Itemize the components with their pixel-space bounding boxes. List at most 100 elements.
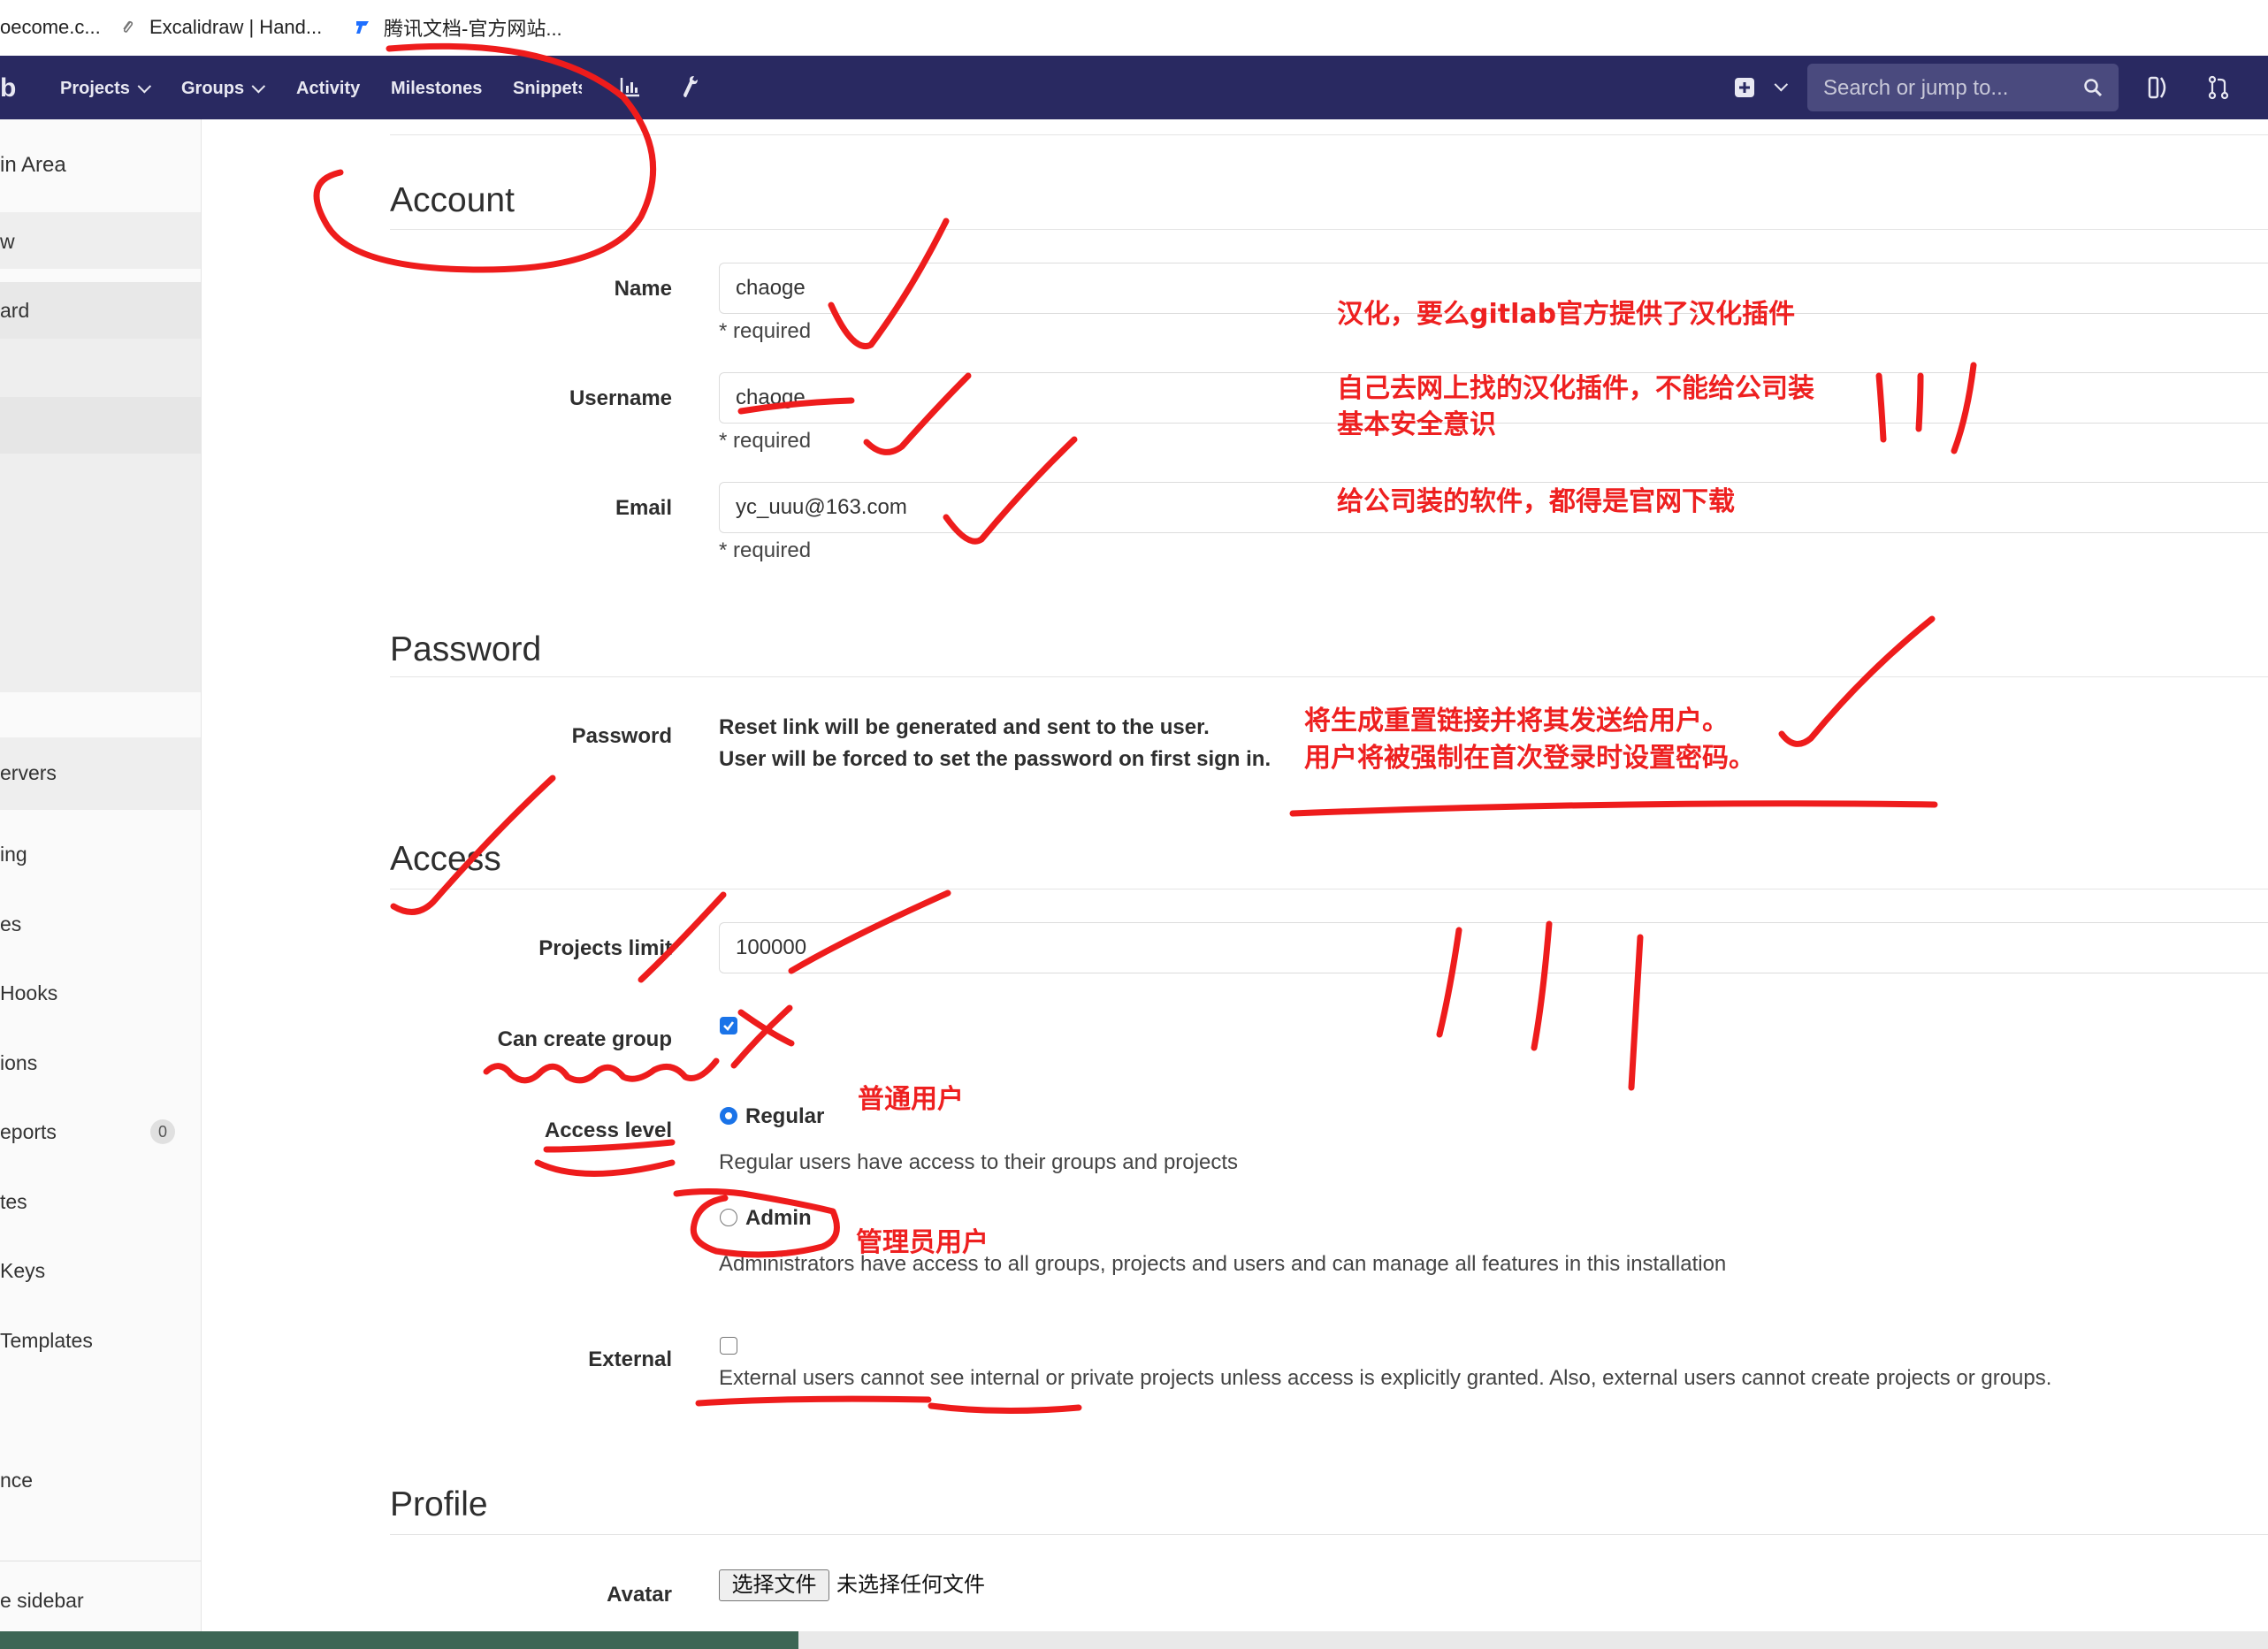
sidebar-item-label: eports [0,1120,57,1143]
annotation-note: 汉化，要么gitlab官方提供了汉化插件 [1337,299,1796,330]
sidebar-item-abuse-reports[interactable]: eports 0 [0,1113,201,1149]
divider [390,229,2268,230]
sidebar-submenu [0,515,201,692]
sidebar-header-label: in Area [0,153,66,177]
required-hint: * required [719,429,812,453]
choose-file-button[interactable]: 选择文件 [719,1569,829,1601]
nav-groups[interactable]: Groups [181,75,266,102]
sidebar-item-label: es [0,912,22,935]
section-title-account: Account [390,181,515,219]
nav-projects[interactable]: Projects [60,75,152,102]
chevron-down-icon[interactable] [1774,77,1789,92]
can-create-group-checkbox[interactable] [720,1017,737,1034]
external-help: External users cannot see internal or pr… [719,1366,2052,1390]
required-hint: * required [719,538,812,562]
sidebar-item-overview[interactable]: w [0,212,201,269]
avatar-label: Avatar [607,1583,672,1607]
annotation-note: 基本安全意识 [1337,409,1496,440]
external-checkbox[interactable] [720,1337,737,1355]
bookmark-label: 腾讯文档-官方网站... [384,18,562,40]
username-label: Username [569,386,672,410]
top-navbar: b Projects Groups Activity Milestones Sn… [0,56,2268,119]
name-label: Name [614,277,672,301]
issues-icon[interactable] [2147,74,2170,101]
admin-sidebar: in Area w ard ervers ing es Hooks ions e… [0,119,202,1631]
nav-milestones[interactable]: Milestones [391,75,482,102]
password-reset-info: User will be forced to set the password … [719,747,1271,771]
external-label: External [588,1347,672,1371]
nav-snippets[interactable]: Snippets [513,75,582,102]
sidebar-item-deploy-keys[interactable]: Keys [0,1252,201,1287]
search-icon [2084,79,2103,97]
sidebar-item-label: w [0,230,15,253]
nav-projects-label: Projects [60,78,130,98]
section-title-password: Password [390,630,542,668]
sidebar-item-label: ervers [0,761,57,784]
bookmark-label: Excalidraw | Hand... [149,16,323,38]
annotation-note: 自己去网上找的汉化插件，不能给公司装 [1337,373,1814,404]
sidebar-item-label: Keys [0,1259,46,1282]
sidebar-item-servers[interactable]: ervers [0,737,201,810]
bookmark-item[interactable]: Excalidraw | Hand... [119,14,322,41]
sidebar-item-dashboard[interactable]: ard [0,282,201,339]
sidebar-header[interactable]: in Area [0,146,201,181]
password-reset-info: Reset link will be generated and sent to… [719,715,1210,739]
collapse-sidebar-label: e sidebar [0,1589,84,1612]
annotation-note: 给公司装的软件，都得是官网下载 [1337,486,1735,517]
sidebar-item-service-templates[interactable]: Templates [0,1322,201,1357]
annotation-note: 管理员用户 [856,1227,989,1258]
brand-text: b [0,73,17,103]
search-placeholder: Search or jump to... [1823,76,2009,100]
section-title-access: Access [390,840,501,878]
file-status: 未选择任何文件 [836,1573,985,1597]
wrench-icon[interactable] [679,73,702,100]
chevron-down-icon [251,79,266,93]
nav-activity[interactable]: Activity [296,75,360,102]
nav-milestones-label: Milestones [391,78,483,98]
taskbar [0,1631,2268,1649]
nav-groups-label: Groups [181,78,245,98]
gitlab-logo[interactable]: b [0,73,17,103]
sidebar-item-messages[interactable]: es [0,905,201,941]
search-input[interactable]: Search or jump to... [1807,64,2119,111]
sidebar-item-label: tes [0,1190,27,1213]
bookmarks-bar: oecome.c... Excalidraw | Hand... 腾讯文档-官方… [0,0,2268,57]
sidebar-item-notes[interactable]: tes [0,1183,201,1218]
projects-limit-field[interactable]: 100000 [719,922,2268,973]
plus-square-icon[interactable] [1733,76,1756,99]
sidebar-item-monitoring[interactable]: ing [0,836,201,871]
annotation-note: 将生成重置链接并将其发送给用户。 [1304,706,1729,737]
sidebar-item-label: ing [0,843,27,866]
password-label: Password [571,724,672,748]
merge-request-icon[interactable] [2207,74,2230,101]
sidebar-item-label: Hooks [0,981,58,1004]
sidebar-item-appearance[interactable]: nce [0,1462,201,1497]
regular-label[interactable]: Regular [745,1104,824,1129]
sidebar-item-label: nce [0,1469,34,1492]
chevron-down-icon [137,79,152,93]
sidebar-item-active[interactable] [0,397,201,454]
sidebar-item-applications[interactable]: ions [0,1044,201,1080]
divider [390,1534,2268,1535]
sidebar-item-system-hooks[interactable]: Hooks [0,974,201,1010]
chart-icon[interactable] [619,75,642,98]
regular-help: Regular users have access to their group… [719,1150,1238,1174]
tencent-docs-icon [356,21,369,34]
access-level-label: Access level [544,1118,672,1142]
count-badge: 0 [150,1119,175,1144]
bookmark-item[interactable]: oecome.c... [0,14,101,41]
nav-snippets-label: Snippets [513,78,582,98]
admin-label[interactable]: Admin [745,1206,812,1231]
bookmark-label: oecome.c... [0,16,101,38]
annotation-note: 用户将被强制在首次登录时设置密码。 [1304,743,1755,774]
required-hint: * required [719,319,812,343]
regular-radio[interactable] [720,1107,737,1125]
sidebar-item-label: Templates [0,1329,93,1352]
sidebar-item-label: ard [0,299,30,322]
nav-activity-label: Activity [296,78,361,98]
section-title-profile: Profile [390,1485,488,1523]
admin-radio[interactable] [720,1209,737,1226]
collapse-sidebar-button[interactable]: e sidebar [0,1582,201,1617]
bookmark-item[interactable]: 腾讯文档-官方网站... [354,14,562,41]
divider [390,676,2268,677]
